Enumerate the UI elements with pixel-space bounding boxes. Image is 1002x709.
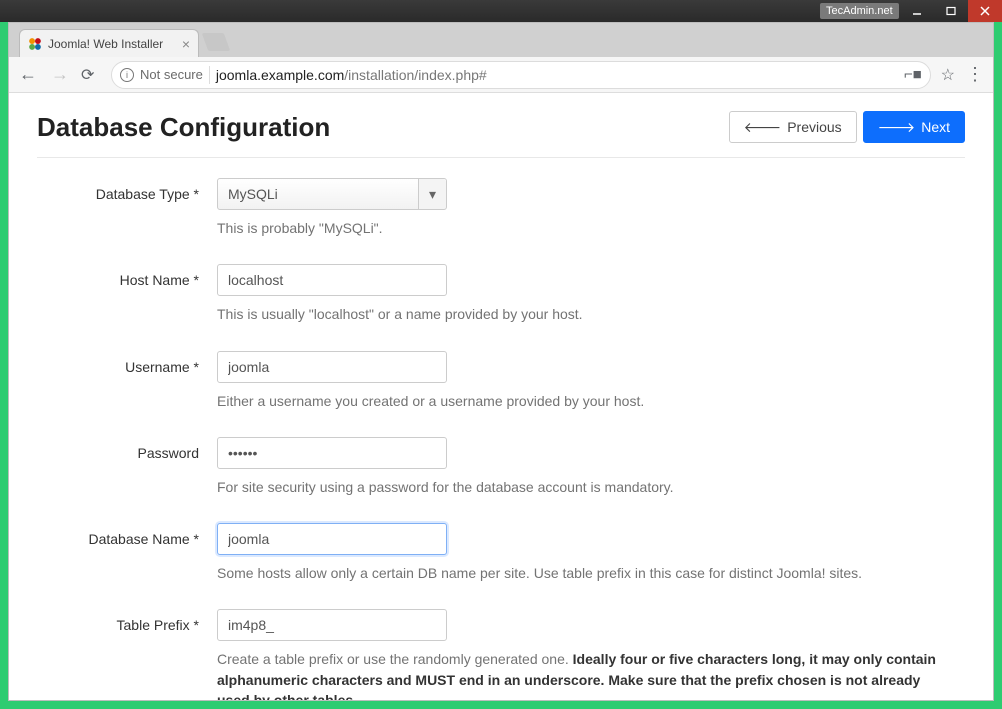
minimize-icon [912,6,922,16]
row-database-name: Database Name * Some hosts allow only a … [37,523,965,583]
database-name-input[interactable] [217,523,447,555]
next-button[interactable]: 🡒 Next [863,111,965,143]
label-host-name: Host Name * [37,264,217,324]
database-type-value: MySQLi [218,186,418,202]
previous-label: Previous [787,119,841,135]
help-password: For site security using a password for t… [217,477,937,497]
window-close-button[interactable] [968,0,1002,22]
label-table-prefix: Table Prefix * [37,609,217,700]
not-secure-label: Not secure [140,67,203,82]
browser-menu-button[interactable]: ⋮ [965,64,985,85]
window-titlebar[interactable]: TecAdmin.net [0,0,1002,22]
reload-button[interactable]: ⟳ [81,65,101,85]
info-icon[interactable]: i [120,68,134,82]
arrow-right-icon: 🡒 [878,119,916,136]
bookmark-star-icon[interactable]: ☆ [941,65,955,85]
url-path: /installation/index.php# [344,67,486,83]
label-database-name: Database Name * [37,523,217,583]
maximize-icon [946,6,956,16]
password-input[interactable] [217,437,447,469]
page-title: Database Configuration [37,112,330,143]
url-text: joomla.example.com/installation/index.ph… [216,67,487,83]
forward-button[interactable]: → [49,64,71,85]
browser-window: Joomla! Web Installer × ← → ⟳ i Not secu… [8,22,994,701]
addr-divider [209,66,210,84]
row-table-prefix: Table Prefix * Create a table prefix or … [37,609,965,700]
address-bar[interactable]: i Not secure joomla.example.com/installa… [111,61,931,89]
label-database-type: Database Type * [37,178,217,238]
tab-close-button[interactable]: × [182,36,190,52]
chevron-down-icon: ▾ [418,179,446,209]
database-type-select[interactable]: MySQLi ▾ [217,178,447,210]
window-minimize-button[interactable] [900,0,934,22]
username-input[interactable] [217,351,447,383]
help-database-name: Some hosts allow only a certain DB name … [217,563,937,583]
browser-toolbar: ← → ⟳ i Not secure joomla.example.com/in… [9,57,993,93]
new-tab-button[interactable] [202,33,231,51]
divider [37,157,965,158]
browser-tab[interactable]: Joomla! Web Installer × [19,29,199,57]
help-database-type: This is probably "MySQLi". [217,218,937,238]
help-username: Either a username you created or a usern… [217,391,937,411]
label-password: Password [37,437,217,497]
help-prefix-plain: Create a table prefix or use the randoml… [217,651,573,667]
page-header: Database Configuration 🡐 Previous 🡒 Next [37,111,965,143]
help-prefix-tail: . [353,692,357,700]
host-name-input[interactable] [217,264,447,296]
url-host: joomla.example.com [216,67,344,83]
window-badge: TecAdmin.net [820,3,899,19]
joomla-favicon [28,37,42,51]
tab-title: Joomla! Web Installer [48,37,163,51]
next-label: Next [921,119,950,135]
back-button[interactable]: ← [17,64,39,85]
row-username: Username * Either a username you created… [37,351,965,411]
row-database-type: Database Type * MySQLi ▾ This is probabl… [37,178,965,238]
help-host-name: This is usually "localhost" or a name pr… [217,304,937,324]
help-table-prefix: Create a table prefix or use the randoml… [217,649,937,700]
close-icon [980,6,990,16]
label-username: Username * [37,351,217,411]
arrow-left-icon: 🡐 [744,119,782,136]
row-host-name: Host Name * This is usually "localhost" … [37,264,965,324]
row-password: Password For site security using a passw… [37,437,965,497]
table-prefix-input[interactable] [217,609,447,641]
password-key-icon[interactable]: ⌐■ [904,66,922,83]
tab-strip: Joomla! Web Installer × [9,23,993,57]
page-content: Database Configuration 🡐 Previous 🡒 Next [9,93,993,700]
previous-button[interactable]: 🡐 Previous [729,111,857,143]
window-maximize-button[interactable] [934,0,968,22]
page-scroll-area[interactable]: Database Configuration 🡐 Previous 🡒 Next [9,93,993,700]
